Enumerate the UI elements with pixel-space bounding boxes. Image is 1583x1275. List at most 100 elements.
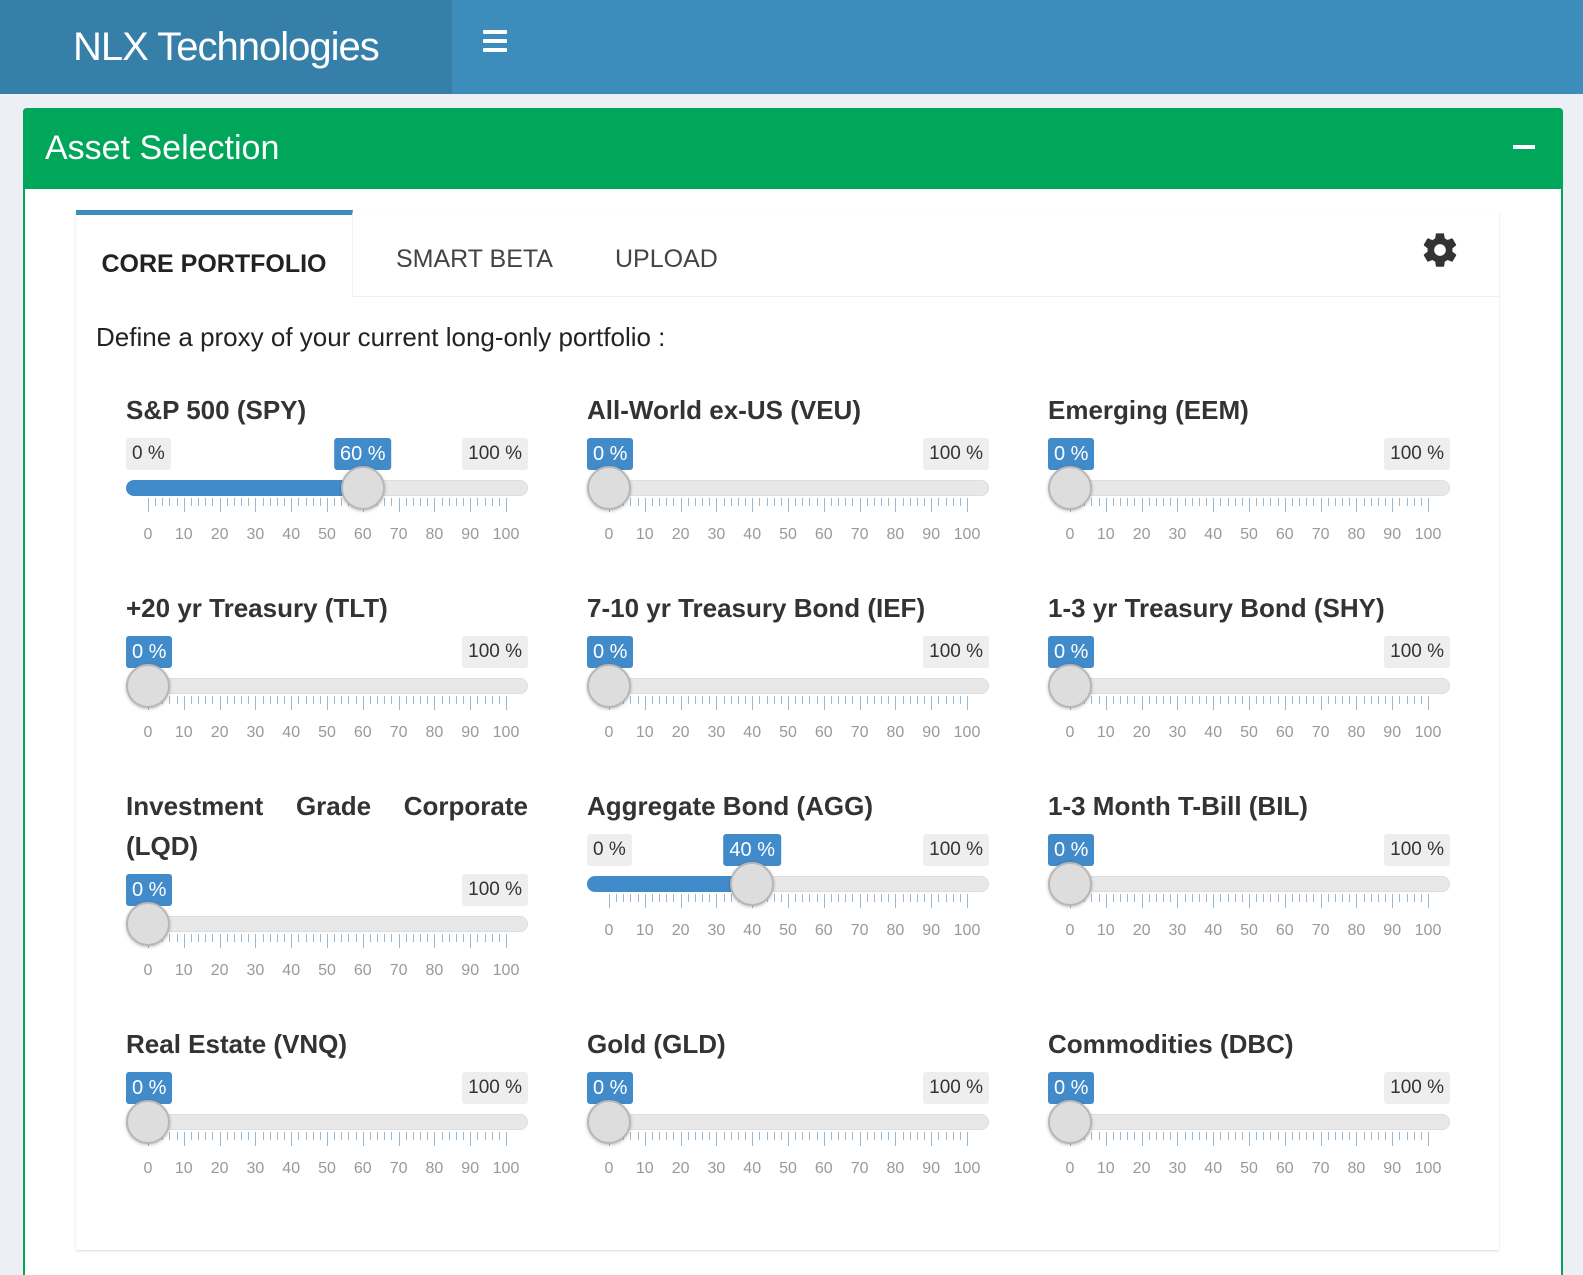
hamburger-menu-icon[interactable]: [480, 30, 510, 60]
slider-tick: [873, 498, 875, 506]
slider-bar[interactable]: [126, 916, 528, 932]
slider-tick: [687, 498, 689, 506]
slider-track[interactable]: [126, 664, 528, 724]
slider-tick: [319, 498, 321, 506]
slider-tick: [680, 498, 682, 512]
slider-tick: [434, 498, 436, 512]
slider-tick: [780, 894, 782, 902]
slider-tick: [666, 498, 668, 506]
slider-tick: [463, 934, 465, 942]
slider-track[interactable]: [1048, 466, 1450, 526]
slider-tick: [212, 498, 214, 506]
slider-tick: [1105, 1132, 1107, 1146]
slider-handle[interactable]: [1048, 862, 1092, 906]
slider-tick-label: 70: [389, 1160, 408, 1177]
slider-tick-label: 80: [1347, 1160, 1366, 1177]
slider-tick: [398, 696, 400, 710]
slider-handle[interactable]: [1048, 466, 1092, 510]
slider-bar[interactable]: [587, 678, 989, 694]
slider-track[interactable]: [1048, 862, 1450, 922]
slider-tick: [1313, 498, 1315, 506]
slider-track[interactable]: [1048, 664, 1450, 724]
slider-max-badge: 100 %: [923, 1072, 989, 1104]
slider-tick: [506, 696, 507, 710]
slider-track[interactable]: [587, 466, 989, 526]
slider-track[interactable]: [126, 902, 528, 962]
slider-label: Investment Grade Corporate (LQD): [126, 791, 528, 861]
slider-tick: [241, 1132, 243, 1140]
slider-tick-labels: 0 10 20 30 40 50 60 70 80 90 100: [126, 962, 528, 986]
slider-tick: [334, 498, 336, 506]
slider-handle[interactable]: [1048, 1100, 1092, 1144]
slider-bar[interactable]: [587, 1114, 989, 1130]
slider-handle[interactable]: [730, 862, 775, 906]
slider-tick: [312, 696, 314, 704]
slider-handle[interactable]: [126, 1100, 170, 1144]
slider-tick-label: 0: [604, 724, 614, 741]
slider-track[interactable]: [587, 862, 989, 922]
tab-smart-beta[interactable]: SMART BETA: [396, 210, 553, 297]
slider-tick-label: 30: [246, 1160, 265, 1177]
slider-tick: [1098, 894, 1100, 902]
slider-tick: [1299, 894, 1301, 902]
slider-bar[interactable]: [1048, 678, 1450, 694]
slider-tick: [1112, 894, 1114, 902]
slider-tick: [1291, 894, 1293, 902]
tab-core-portfolio[interactable]: CORE PORTFOLIO: [76, 210, 353, 297]
slider-bar[interactable]: [587, 480, 989, 496]
slider-track[interactable]: [126, 466, 528, 526]
slider-tick: [198, 1132, 200, 1140]
tab-upload[interactable]: UPLOAD: [615, 210, 718, 297]
slider-tick: [1241, 696, 1243, 704]
slider-handle[interactable]: [587, 1100, 631, 1144]
slider-tick-label: 80: [886, 922, 905, 939]
slider-handle[interactable]: [587, 466, 631, 510]
brand-logo[interactable]: NLX Technologies: [0, 0, 452, 94]
slider-tick: [809, 498, 811, 506]
slider-handle[interactable]: [126, 902, 170, 946]
slider-track[interactable]: [587, 1100, 989, 1160]
slider-tick: [276, 696, 278, 704]
slider-tick-label: 50: [318, 724, 336, 741]
slider-tick: [788, 894, 789, 908]
slider-tick: [852, 1132, 854, 1140]
slider-handle[interactable]: [126, 664, 170, 708]
slider-handle[interactable]: [587, 664, 631, 708]
slider-track[interactable]: [126, 1100, 528, 1160]
gear-icon[interactable]: [1420, 230, 1460, 270]
slider-tick: [702, 498, 704, 506]
slider-tick: [938, 696, 940, 704]
slider-ticks: [609, 894, 968, 908]
slider-tick-label: 70: [1311, 526, 1330, 543]
slider-tick: [412, 696, 414, 704]
slider-tick: [441, 696, 443, 704]
asset-slider: Aggregate Bond (AGG) 0 % 40 % 100 % 0 10 20 30 4…: [587, 786, 989, 946]
slider-tick: [1277, 696, 1279, 704]
slider-tick-label: 100: [492, 526, 520, 543]
slider-tick: [255, 934, 257, 948]
slider-bar[interactable]: [126, 1114, 528, 1130]
slider-tick: [1313, 1132, 1315, 1140]
slider-handle[interactable]: [340, 466, 385, 510]
slider-tick: [427, 696, 429, 704]
slider-track[interactable]: [1048, 1100, 1450, 1160]
slider-tick: [780, 696, 782, 704]
slider-bar[interactable]: [1048, 480, 1450, 496]
slider-tick-label: 60: [1275, 922, 1294, 939]
slider-tick: [838, 498, 840, 506]
slider-tick-label: 40: [743, 1160, 762, 1177]
slider-tick: [477, 498, 479, 506]
slider-tick: [852, 696, 854, 704]
slider-tick-label: 30: [707, 922, 726, 939]
slider-bar[interactable]: [1048, 1114, 1450, 1130]
slider-tick: [1356, 498, 1358, 512]
slider-bar[interactable]: [126, 678, 528, 694]
slider-tick: [766, 696, 768, 704]
slider-tick-label: 60: [353, 724, 372, 741]
slider-bar[interactable]: [1048, 876, 1450, 892]
slider-handle[interactable]: [1048, 664, 1092, 708]
collapse-minus-icon[interactable]: [1513, 145, 1535, 149]
slider-tick: [952, 498, 954, 506]
slider-track[interactable]: [587, 664, 989, 724]
slider-tick: [169, 1132, 171, 1140]
